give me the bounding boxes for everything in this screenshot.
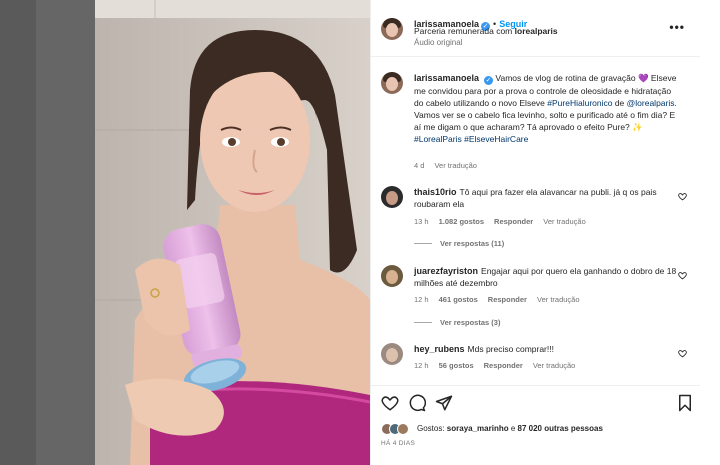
comment-item: juarezfayriston Engajar aqui por quero el… (381, 265, 691, 335)
comment-text: thais10rio Tô aqui pra fazer ela alavanca… (414, 187, 657, 209)
translate-link[interactable]: Ver tradução (543, 217, 586, 226)
comment-username[interactable]: juarezfayriston (414, 266, 478, 276)
overlay-backdrop[interactable] (0, 0, 95, 465)
reply-button[interactable]: Responder (484, 361, 523, 370)
comment-meta: 12 h 56 gostos Responder Ver tradução (414, 361, 576, 370)
commenter-avatar[interactable] (381, 343, 403, 365)
partner-link[interactable]: lorealparis (515, 26, 558, 36)
comment-meta: 12 h 461 gostos Responder Ver tradução (414, 295, 580, 304)
post-media-image[interactable] (95, 0, 370, 465)
author-avatar[interactable] (381, 18, 403, 40)
post-actions-bar (381, 394, 691, 414)
verified-badge-icon: ✓ (484, 76, 494, 85)
bookmark-icon[interactable] (676, 394, 694, 412)
translate-link[interactable]: Ver tradução (533, 361, 576, 370)
caption-text: larissamanoela ✓ Vamos de vlog de rotina … (414, 73, 677, 144)
comment-likes[interactable]: 461 gostos (439, 295, 478, 304)
likes-summary: Gostos: soraya_marinho e 87 020 outras p… (381, 423, 691, 437)
mention-link[interactable]: @lorealparis (627, 98, 675, 108)
comment-text: juarezfayriston Engajar aqui por quero el… (414, 266, 677, 288)
commenter-avatar[interactable] (381, 186, 403, 208)
comment-meta: 13 h 1.082 gostos Responder Ver tradução (414, 217, 586, 226)
translate-link[interactable]: Ver tradução (537, 295, 580, 304)
hashtag-link[interactable]: #PureHialuronico (547, 98, 612, 108)
original-audio-link[interactable]: Áudio original (414, 38, 462, 47)
comment-heart-icon[interactable] (678, 349, 687, 358)
comment-item: thais10rio Tô aqui pra fazer ela alavanca… (381, 186, 691, 256)
more-options-icon[interactable]: ••• (669, 20, 685, 34)
reply-button[interactable]: Responder (494, 217, 533, 226)
caption-username[interactable]: larissamanoela (414, 73, 479, 83)
view-replies-button[interactable]: Ver respostas (3) (414, 318, 500, 327)
hashtag-link[interactable]: #LorealParis (414, 134, 462, 144)
header-divider (371, 56, 701, 57)
caption-time[interactable]: 4 d (414, 161, 424, 170)
liker-username[interactable]: soraya_marinho (447, 424, 509, 433)
comment-item: hey_rubens Mds preciso comprar!!! 12 h 56 … (381, 343, 691, 375)
comment-username[interactable]: thais10rio (414, 187, 457, 197)
paid-partnership-label: Parceria remunerada com lorealparis (414, 26, 558, 36)
share-icon[interactable] (435, 394, 453, 412)
post-timestamp[interactable]: HÁ 4 DIAS (381, 440, 415, 447)
comment-text: hey_rubens Mds preciso comprar!!! (414, 344, 554, 354)
comment-username[interactable]: hey_rubens (414, 344, 465, 354)
likes-count-link[interactable]: 87 020 outras pessoas (518, 424, 603, 433)
comment-heart-icon[interactable] (678, 192, 687, 201)
translate-link[interactable]: Ver tradução (434, 161, 477, 170)
post-photo (95, 0, 370, 465)
likers-avatars[interactable] (381, 423, 415, 435)
caption-avatar[interactable] (381, 72, 403, 94)
commenter-avatar[interactable] (381, 265, 403, 287)
caption-meta: 4 d Ver tradução (414, 161, 487, 170)
actions-divider (371, 385, 701, 386)
post-header: larissamanoela ✓ • Seguir Parceria remunera… (381, 14, 691, 48)
comment-heart-icon[interactable] (678, 271, 687, 280)
reply-button[interactable]: Responder (488, 295, 527, 304)
comment-icon[interactable] (408, 394, 426, 412)
hashtag-link[interactable]: #ElseveHairCare (464, 134, 528, 144)
caption: larissamanoela ✓ Vamos de vlog de rotina … (381, 72, 691, 170)
overlay-backdrop-right[interactable] (700, 0, 720, 465)
post-details-panel: larissamanoela ✓ • Seguir Parceria remunera… (370, 0, 701, 465)
view-replies-button[interactable]: Ver respostas (11) (414, 239, 504, 248)
comment-likes[interactable]: 1.082 gostos (439, 217, 484, 226)
comment-likes[interactable]: 56 gostos (439, 361, 474, 370)
instagram-post-modal: larissamanoela ✓ • Seguir Parceria remunera… (0, 0, 720, 465)
heart-icon[interactable] (381, 394, 399, 412)
